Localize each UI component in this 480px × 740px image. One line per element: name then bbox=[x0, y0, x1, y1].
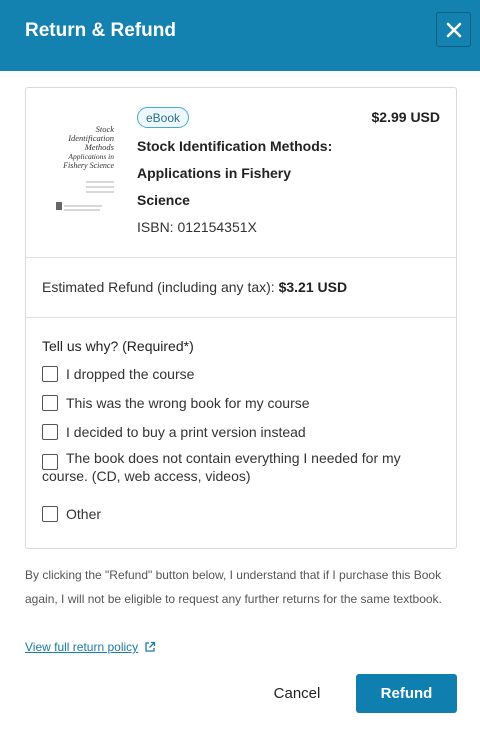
svg-text:Applications in: Applications in bbox=[67, 152, 114, 161]
reason-label: I dropped the course bbox=[66, 366, 195, 382]
reason-checkbox[interactable] bbox=[42, 454, 58, 470]
estimated-refund-amount: $3.21 USD bbox=[278, 279, 348, 295]
modal-title: Return & Refund bbox=[25, 20, 176, 41]
close-button[interactable] bbox=[436, 12, 471, 47]
estimated-refund-label: Estimated Refund (including any tax): bbox=[42, 279, 279, 295]
reason-checkbox[interactable] bbox=[42, 395, 58, 411]
reason-label: The book does not contain everything I n… bbox=[42, 450, 401, 484]
reason-prompt: Tell us why? (Required*) bbox=[42, 338, 194, 354]
book-price: $2.99 USD bbox=[371, 109, 440, 125]
reason-checkbox[interactable] bbox=[42, 424, 58, 440]
book-isbn: ISBN: 012154351X bbox=[137, 219, 257, 235]
card-divider bbox=[26, 317, 456, 318]
reason-option-dropped-course[interactable]: I dropped the course bbox=[42, 365, 194, 383]
card-divider bbox=[26, 257, 456, 258]
cancel-button[interactable]: Cancel bbox=[254, 674, 340, 713]
close-icon bbox=[446, 22, 461, 37]
reason-label: I decided to buy a print version instead bbox=[66, 424, 306, 440]
book-title: Stock Identification Methods: Applicatio… bbox=[137, 138, 333, 208]
refund-disclaimer: By clicking the "Refund" button below, I… bbox=[25, 568, 442, 606]
return-card: Stock Identification Methods Application… bbox=[25, 87, 457, 549]
reason-option-other[interactable]: Other bbox=[42, 505, 101, 523]
return-policy-link-label: View full return policy bbox=[25, 640, 139, 654]
external-link-icon bbox=[145, 641, 156, 652]
reason-label: This was the wrong book for my course bbox=[66, 395, 310, 411]
format-badge: eBook bbox=[137, 107, 189, 128]
return-policy-link[interactable]: View full return policy bbox=[25, 640, 156, 654]
book-cover-image: Stock Identification Methods Application… bbox=[52, 118, 124, 218]
svg-text:Methods: Methods bbox=[84, 142, 115, 152]
reason-option-wrong-book[interactable]: This was the wrong book for my course bbox=[42, 394, 310, 412]
reason-checkbox[interactable] bbox=[42, 506, 58, 522]
reason-option-missing-content[interactable]: The book does not contain everything I n… bbox=[42, 449, 442, 485]
reason-option-print-version[interactable]: I decided to buy a print version instead bbox=[42, 423, 306, 441]
estimated-refund: Estimated Refund (including any tax): $3… bbox=[42, 279, 347, 295]
reason-label: Other bbox=[66, 506, 102, 522]
refund-button[interactable]: Refund bbox=[356, 674, 457, 713]
svg-text:Fishery Science: Fishery Science bbox=[62, 161, 114, 170]
reason-checkbox[interactable] bbox=[42, 366, 58, 382]
modal-header: Return & Refund bbox=[0, 0, 480, 71]
